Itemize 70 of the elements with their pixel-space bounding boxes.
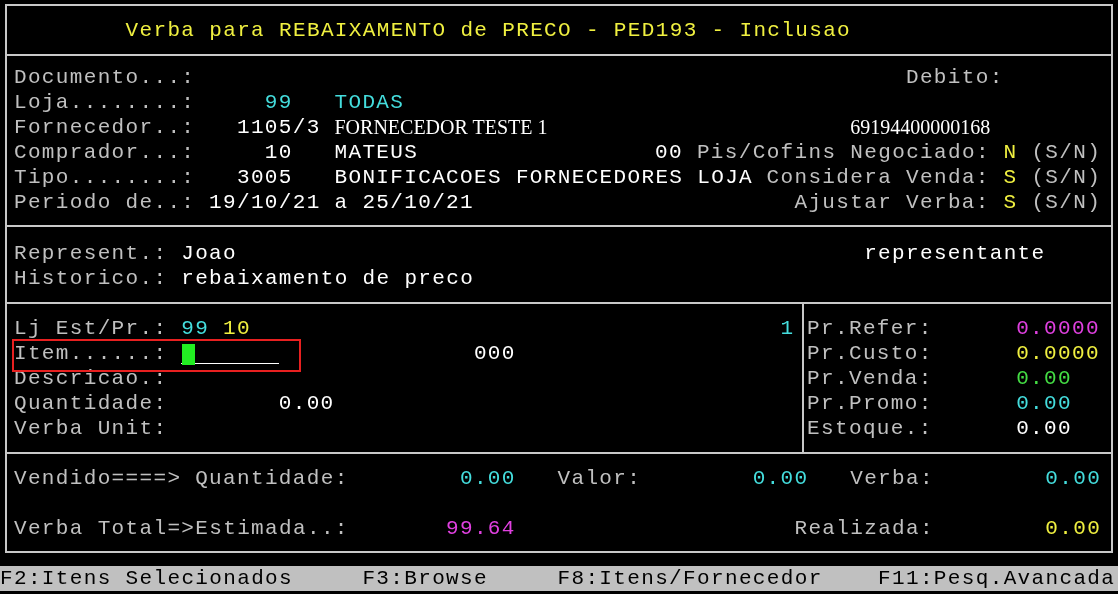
form-text: Pr.Custo: <box>807 340 933 366</box>
form-text: 99 <box>264 89 293 115</box>
form-text: BONIFICACOES FORNECEDORES LOJA <box>334 164 754 190</box>
form-text: Pr.Refer: <box>807 315 933 341</box>
form-text: Pr.Venda: <box>807 365 933 391</box>
form-text: Ajustar Verba: <box>794 189 990 215</box>
form-text: N <box>1003 139 1018 165</box>
form-text: 1105/3 <box>236 114 321 140</box>
form-text: Comprador...: <box>13 139 196 165</box>
form-text: Pis/Cofins Negociado: <box>696 139 990 165</box>
form-text: 0.0000 <box>1016 315 1100 341</box>
form-text: Loja........: <box>13 89 196 115</box>
form-text: Verba Total=>Estimada..: <box>13 515 349 541</box>
form-text: Fornecedor..: <box>13 114 196 140</box>
form-text: MATEUS <box>334 139 419 165</box>
form-text: 99.64 <box>446 515 516 541</box>
form-text: Documento...: <box>13 64 196 90</box>
form-text: 10 <box>223 315 251 341</box>
form-text: 25/10/21 <box>362 189 474 215</box>
form-text: 0.00 <box>459 465 516 491</box>
form-text: 0.0000 <box>1016 340 1100 366</box>
form-text: representante <box>864 240 1046 266</box>
form-text: 0.00 <box>278 390 335 416</box>
form-text: 0.00 <box>1045 465 1102 491</box>
form-text: 10 <box>264 139 293 165</box>
form-text: Considera Venda: <box>766 164 990 190</box>
form-text: rebaixamento de preco <box>181 265 475 291</box>
form-text: Lj Est/Pr.: <box>13 315 168 341</box>
form-text: Descricao.: <box>13 365 168 391</box>
form-text: Verba Unit: <box>13 415 168 441</box>
form-text: S <box>1003 164 1018 190</box>
form-text: (S/N) <box>1031 164 1102 190</box>
form-text: 0.00 <box>1045 515 1102 541</box>
form-text: Verba: <box>850 465 934 491</box>
form-text: 0.00 <box>1016 390 1072 416</box>
function-key-hint[interactable]: F8:Itens/Fornecedor <box>557 566 823 591</box>
form-text: Joao <box>181 240 237 266</box>
form-text: 99 <box>181 315 210 341</box>
form-text: TODAS <box>334 89 405 115</box>
form-text: Item......: <box>13 340 168 366</box>
form-text: (S/N) <box>1031 139 1102 165</box>
form-text: Realizada: <box>794 515 934 541</box>
form-text: 00 <box>655 139 683 165</box>
function-key-hint[interactable]: F2:Itens Selecionados <box>0 566 293 591</box>
form-text: 3005 <box>236 164 293 190</box>
form-text: 0.00 <box>1016 415 1072 441</box>
form-text: 69194400000168 <box>850 114 991 140</box>
form-text: Historico.: <box>13 265 168 291</box>
form-text: Pr.Promo: <box>807 390 933 416</box>
function-key-hint[interactable]: F11:Pesq.Avancada <box>878 566 1116 591</box>
form-text: Represent.: <box>13 240 168 266</box>
form-text: Valor: <box>557 465 642 491</box>
form-text: Quantidade: <box>195 465 349 491</box>
form-text: a <box>334 189 349 215</box>
form-text: Quantidade: <box>13 390 168 416</box>
form-text: (S/N) <box>1031 189 1102 215</box>
form-text: Debito: <box>905 64 1004 90</box>
window-title: Verba para REBAIXAMENTO de PRECO - PED193 - Inclusao <box>125 17 852 43</box>
form-text: 000 <box>473 340 516 366</box>
form-text: Tipo........: <box>13 164 196 190</box>
form-text: 19/10/21 <box>209 189 321 215</box>
form-text: 1 <box>780 315 795 341</box>
form-text: 0.00 <box>752 465 809 491</box>
form-text: Estoque.: <box>807 415 933 441</box>
form-text: S <box>1003 189 1018 215</box>
form-text: Vendido====> <box>13 465 182 491</box>
form-text: 0.00 <box>1016 365 1072 391</box>
form-text: Periodo de..: <box>13 189 196 215</box>
function-key-hint[interactable]: F3:Browse <box>362 566 488 591</box>
form-text: FORNECEDOR TESTE 1 <box>334 114 548 140</box>
